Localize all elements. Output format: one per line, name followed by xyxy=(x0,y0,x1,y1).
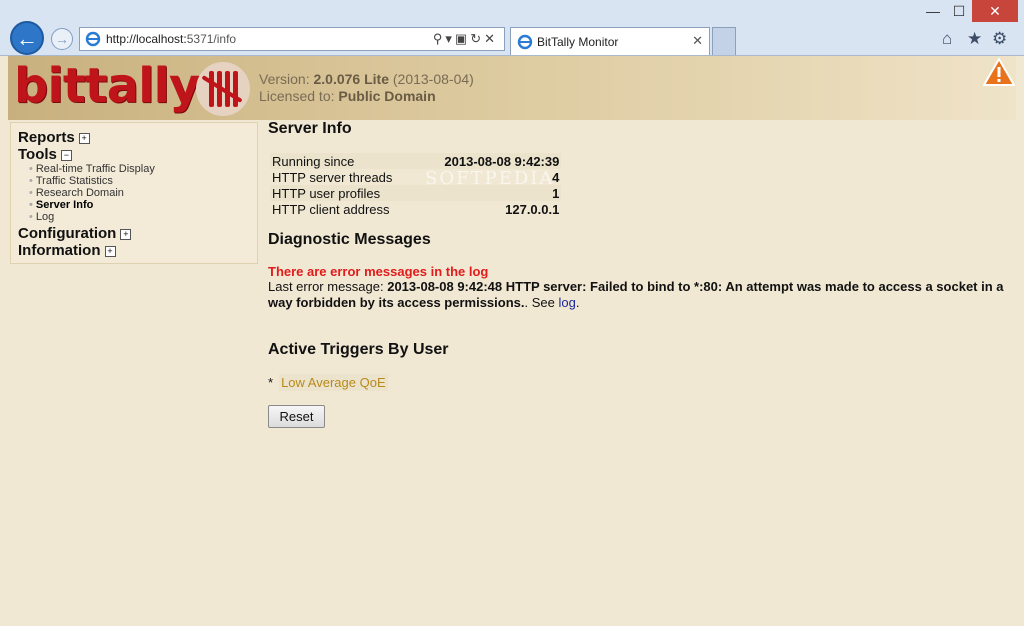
list-item: * Low Average QoE xyxy=(268,374,388,391)
browser-chrome: — ☐ ✕ ← → http://localhost:5371/info ⚲▾▣… xyxy=(0,0,1024,56)
sidebar-item-label: Research Domain xyxy=(35,187,124,199)
row-value: 2013-08-08 9:42:39 xyxy=(394,153,562,169)
expand-icon[interactable]: + xyxy=(120,228,132,240)
refresh-icon[interactable]: ↻ xyxy=(470,31,484,46)
bullet-icon: • xyxy=(29,163,33,175)
sidebar-item-label: Real-time Traffic Display xyxy=(35,163,155,175)
sidebar-item-label: Log xyxy=(35,211,55,223)
bullet-icon: • xyxy=(29,199,33,211)
compat-view-icon[interactable]: ▣ xyxy=(455,31,470,46)
url-text[interactable]: http://localhost:5371/info xyxy=(106,32,236,46)
url-host: http://localhost: xyxy=(106,32,187,46)
license-label: Licensed to: xyxy=(259,88,339,104)
expand-icon[interactable]: + xyxy=(104,245,116,257)
close-window-button[interactable]: ✕ xyxy=(972,0,1018,22)
sidebar-item-realtime-traffic[interactable]: • Real-time Traffic Display xyxy=(29,163,155,175)
sidebar-item-reports[interactable]: Reports + xyxy=(18,129,90,146)
sentence-end: . xyxy=(575,295,580,310)
tab-title: BitTally Monitor xyxy=(537,35,619,49)
address-bar[interactable]: http://localhost:5371/info ⚲▾▣↻✕ xyxy=(79,27,505,51)
see-text: . See xyxy=(524,295,559,310)
tab-bittally-monitor[interactable]: BitTally Monitor ✕ xyxy=(510,27,710,55)
back-arrow-icon[interactable]: ← xyxy=(10,21,44,55)
row-label: HTTP client address xyxy=(272,202,390,217)
server-info-heading: Server Info xyxy=(268,120,352,137)
home-icon[interactable]: ⌂ xyxy=(942,29,952,49)
reset-button[interactable]: Reset xyxy=(268,405,325,428)
sidebar-nav: Reports + Tools − • Real-time Traffic Displ… xyxy=(10,122,258,264)
sidebar-item-research-domain[interactable]: • Research Domain xyxy=(29,187,124,199)
sidebar-item-label: Information xyxy=(18,242,101,259)
row-label: HTTP user profiles xyxy=(270,185,395,201)
sidebar-item-label: Reports xyxy=(18,129,75,146)
address-bar-tools: ⚲▾▣↻✕ xyxy=(433,31,498,47)
sidebar-item-traffic-statistics[interactable]: • Traffic Statistics xyxy=(29,175,113,187)
watermark: SOFTPEDIA xyxy=(425,168,555,189)
table-row: Running since 2013-08-08 9:42:39 xyxy=(270,153,562,169)
warning-icon[interactable] xyxy=(983,58,1015,86)
star-icon[interactable]: ★ xyxy=(967,29,982,49)
last-error-message: Last error message: 2013-08-08 9:42:48 H… xyxy=(268,279,1018,311)
maximize-button[interactable]: ☐ xyxy=(946,0,972,22)
license-value: Public Domain xyxy=(338,88,436,104)
expand-icon[interactable]: + xyxy=(78,132,90,144)
version-label: Version: xyxy=(259,71,314,87)
url-path: 5371/info xyxy=(186,32,237,46)
minimize-button[interactable]: — xyxy=(920,0,946,22)
error-alert: There are error messages in the log xyxy=(268,264,489,279)
new-tab-button[interactable] xyxy=(712,27,736,55)
sidebar-item-tools[interactable]: Tools − xyxy=(18,146,72,163)
last-error-label: Last error message: xyxy=(268,279,388,294)
sidebar-item-label: Traffic Statistics xyxy=(35,175,113,187)
trigger-link-low-average-qoe[interactable]: Low Average QoE xyxy=(279,374,388,391)
row-label: HTTP server threads xyxy=(272,170,393,185)
active-triggers-heading: Active Triggers By User xyxy=(268,341,449,358)
sidebar-item-label: Configuration xyxy=(18,225,117,242)
tally-marks-icon xyxy=(196,62,250,116)
tab-close-icon[interactable]: ✕ xyxy=(692,33,703,49)
sidebar-item-information[interactable]: Information + xyxy=(18,242,116,259)
row-value: 127.0.0.1 xyxy=(505,202,560,217)
search-icon[interactable]: ⚲ xyxy=(433,31,446,46)
collapse-icon[interactable]: − xyxy=(60,149,72,161)
table-row: HTTP client address 127.0.0.1 xyxy=(270,201,561,217)
stop-icon[interactable]: ✕ xyxy=(484,31,498,46)
ie-page-icon xyxy=(85,31,101,47)
version-info: Version: 2.0.076 Lite (2013-08-04) xyxy=(259,71,474,87)
row-label: Running since xyxy=(270,153,395,169)
version-value: 2.0.076 Lite xyxy=(313,71,389,87)
diagnostic-messages-heading: Diagnostic Messages xyxy=(268,231,431,248)
sidebar-item-server-info[interactable]: • Server Info xyxy=(29,199,93,211)
gear-icon[interactable]: ⚙ xyxy=(992,29,1007,49)
sidebar-item-log[interactable]: • Log xyxy=(29,211,54,223)
forward-arrow-icon[interactable]: → xyxy=(51,28,73,50)
sidebar-item-label: Server Info xyxy=(35,199,94,211)
bullet-icon: • xyxy=(29,211,33,223)
dropdown-icon[interactable]: ▾ xyxy=(445,31,455,46)
version-date: (2013-08-04) xyxy=(388,71,474,87)
log-link[interactable]: log xyxy=(558,295,575,310)
sidebar-item-label: Tools xyxy=(18,146,57,163)
bullet-icon: • xyxy=(29,175,33,187)
license-info: Licensed to: Public Domain xyxy=(259,88,436,104)
logo[interactable]: bittally xyxy=(14,58,200,114)
sidebar-item-configuration[interactable]: Configuration + xyxy=(18,225,132,242)
header-banner: bittally Version: 2.0.076 Lite (2013-08-… xyxy=(8,56,1016,120)
bullet-icon: • xyxy=(29,187,33,199)
ie-tab-icon xyxy=(517,34,533,50)
bullet-marker: * xyxy=(268,375,274,390)
